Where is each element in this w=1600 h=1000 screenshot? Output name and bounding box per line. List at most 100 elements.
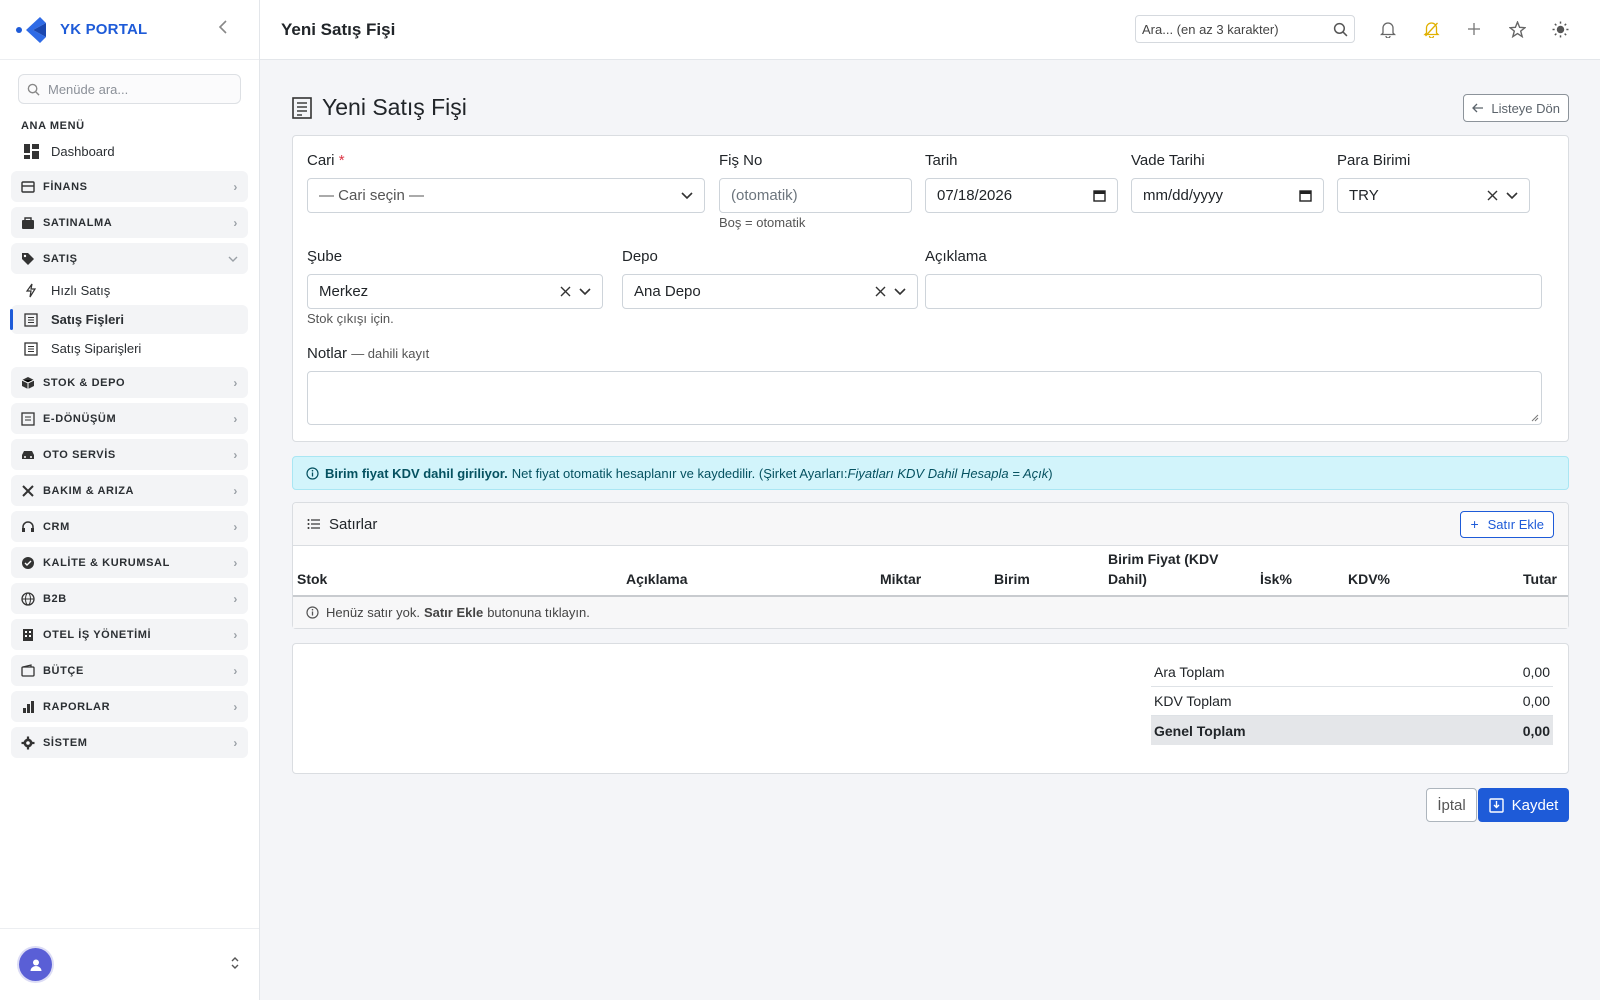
nav-group-e-donusum[interactable]: E-DÖNÜŞÜM › <box>11 403 248 434</box>
global-search[interactable] <box>1135 15 1355 43</box>
clear-icon[interactable] <box>875 286 886 297</box>
clear-icon[interactable] <box>1487 190 1498 201</box>
nav-group-sistem[interactable]: SİSTEM › <box>11 727 248 758</box>
bell-off-icon[interactable] <box>1421 19 1441 39</box>
nav-group-bakim-ariza[interactable]: BAKIM & ARIZA › <box>11 475 248 506</box>
notlar-label-text: Notlar <box>307 345 348 362</box>
nav-group-raporlar[interactable]: RAPORLAR › <box>11 691 248 722</box>
lightning-icon <box>23 283 39 299</box>
vade-tarihi-input[interactable]: mm/dd/yyyy <box>1131 178 1324 213</box>
nav-group-otel[interactable]: OTEL İŞ YÖNETİMİ › <box>11 619 248 650</box>
nav-group-b2b[interactable]: B2B › <box>11 583 248 614</box>
cancel-button[interactable]: İptal <box>1426 788 1477 823</box>
aciklama-label: Açıklama <box>925 248 987 265</box>
notlar-sublabel: — dahili kayıt <box>351 346 430 361</box>
nav-group-finans[interactable]: FİNANS › <box>11 171 248 202</box>
nav-group-satinalma[interactable]: SATINALMA › <box>11 207 248 238</box>
tools-icon <box>21 484 35 498</box>
form-actions: İptal Kaydet <box>292 788 1569 823</box>
depo-select[interactable]: Ana Depo <box>622 274 918 309</box>
save-button[interactable]: Kaydet <box>1478 788 1569 823</box>
col-header-stok[interactable]: Stok <box>293 546 622 598</box>
required-mark: * <box>338 152 345 169</box>
clear-icon[interactable] <box>560 286 571 297</box>
resize-handle-icon[interactable] <box>1531 414 1539 422</box>
nav-group-satis[interactable]: SATIŞ <box>11 243 248 274</box>
menu-search-input[interactable] <box>48 81 228 97</box>
fis-no-label: Fiş No <box>719 152 763 169</box>
nav-group-oto-servis[interactable]: OTO SERVİS › <box>11 439 248 470</box>
chevron-right-icon: › <box>233 735 238 750</box>
chevron-right-icon: › <box>233 519 238 534</box>
chevron-right-icon: › <box>233 663 238 678</box>
aciklama-input[interactable] <box>925 274 1542 309</box>
gear-icon <box>21 736 35 750</box>
chevron-right-icon: › <box>233 483 238 498</box>
sun-icon[interactable] <box>1550 19 1570 39</box>
collapse-sidebar-icon[interactable] <box>213 20 233 39</box>
page-title: Yeni Satış Fişi <box>292 94 467 121</box>
calendar-icon[interactable] <box>1093 189 1106 202</box>
cari-select[interactable]: — Cari seçin — <box>307 178 705 213</box>
select-controls <box>1487 190 1518 201</box>
back-to-list-button[interactable]: Listeye Dön <box>1463 94 1569 122</box>
col-header-kdv[interactable]: KDV% <box>1344 546 1464 598</box>
nav-group-butce[interactable]: BÜTÇE › <box>11 655 248 686</box>
nav-group-label: SATIŞ <box>43 252 78 265</box>
nav-hizli-satis[interactable]: Hızlı Satış <box>11 276 248 305</box>
para-birimi-select[interactable]: TRY <box>1337 178 1530 213</box>
nav-satis-siparisleri[interactable]: Satış Siparişleri <box>11 334 248 363</box>
lines-title: Satırlar <box>329 515 378 533</box>
tarih-input[interactable]: 07/18/2026 <box>925 178 1118 213</box>
menu-search[interactable] <box>18 74 241 104</box>
grand-total-row: Genel Toplam 0,00 <box>1151 716 1553 746</box>
table-header-row: Stok Açıklama Miktar Birim Birim Fiyat (… <box>293 546 1568 598</box>
global-search-input[interactable] <box>1142 21 1322 37</box>
tag-icon <box>21 252 35 266</box>
chevron-right-icon: › <box>233 215 238 230</box>
alert-bold: Birim fiyat KDV dahil giriliyor. <box>325 465 508 481</box>
vade-tarihi-label: Vade Tarihi <box>1131 152 1205 169</box>
col-header-aciklama[interactable]: Açıklama <box>622 546 876 598</box>
nav-group-label: OTEL İŞ YÖNETİMİ <box>43 628 152 641</box>
depo-value: Ana Depo <box>634 283 701 300</box>
chevron-updown-icon[interactable] <box>230 956 240 973</box>
fis-no-input[interactable]: (otomatik) <box>719 178 912 213</box>
avatar[interactable] <box>19 948 52 981</box>
sube-help: Stok çıkışı için. <box>307 311 394 326</box>
box-icon <box>21 376 35 390</box>
chevron-down-icon <box>1506 191 1518 199</box>
plus-icon[interactable] <box>1464 19 1484 39</box>
add-line-label: Satır Ekle <box>1487 516 1544 532</box>
nav-group-kalite[interactable]: KALİTE & KURUMSAL › <box>11 547 248 578</box>
nav-dashboard[interactable]: Dashboard <box>11 136 248 166</box>
nav-satis-fisleri[interactable]: Satış Fişleri <box>10 305 248 334</box>
grand-total-label: Genel Toplam <box>1154 722 1246 739</box>
empty-pre: Henüz satır yok. <box>326 605 420 621</box>
bell-icon[interactable] <box>1378 19 1398 39</box>
cari-label: Cari * <box>307 152 345 169</box>
col-header-birim-fiyat[interactable]: Birim Fiyat (KDV Dahil) <box>1104 546 1256 598</box>
notlar-textarea[interactable] <box>307 371 1542 425</box>
add-line-button[interactable]: + Satır Ekle <box>1460 510 1554 538</box>
nav-group-stok-depo[interactable]: STOK & DEPO › <box>11 367 248 398</box>
nav-group-label: KALİTE & KURUMSAL <box>43 556 170 569</box>
list-icon <box>307 519 320 529</box>
nav-item-label: Satış Siparişleri <box>51 341 142 356</box>
star-icon[interactable] <box>1507 19 1527 39</box>
form-card: Cari * — Cari seçin — Fiş No (otomatik) … <box>292 135 1569 442</box>
sube-select[interactable]: Merkez <box>307 274 603 309</box>
chevron-right-icon: › <box>233 375 238 390</box>
bar-chart-icon <box>21 700 35 714</box>
fis-no-help: Boş = otomatik <box>719 215 806 230</box>
sube-value: Merkez <box>319 283 369 300</box>
chevron-down-icon <box>681 191 693 200</box>
col-header-iskonto[interactable]: İsk% <box>1256 546 1344 598</box>
nav-group-crm[interactable]: CRM › <box>11 511 248 542</box>
calendar-icon[interactable] <box>1299 189 1312 202</box>
col-header-miktar[interactable]: Miktar <box>876 546 990 598</box>
nav-item-label: Satış Fişleri <box>51 312 124 327</box>
col-header-tutar[interactable]: Tutar <box>1464 546 1568 598</box>
search-icon[interactable] <box>1333 22 1348 37</box>
col-header-birim[interactable]: Birim <box>990 546 1104 598</box>
